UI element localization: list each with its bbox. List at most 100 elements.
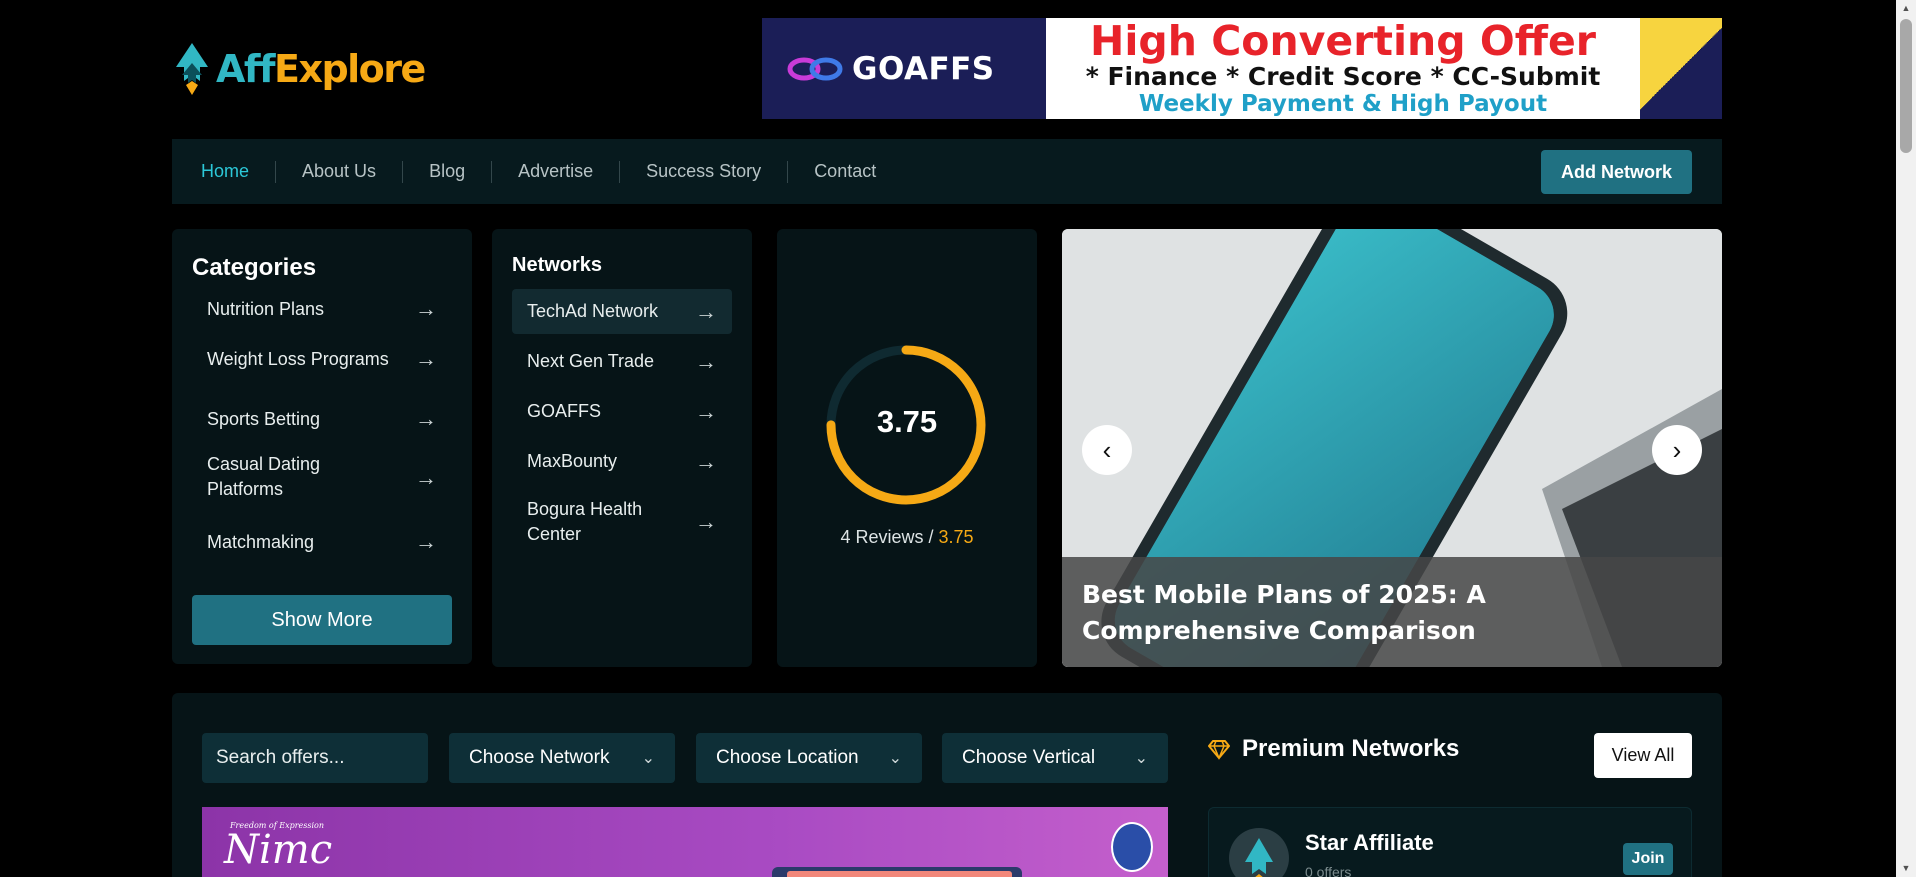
- network-item[interactable]: Bogura Health Center →: [512, 494, 732, 549]
- slider-prev-button[interactable]: ‹: [1082, 425, 1132, 475]
- search-offers-input[interactable]: [202, 733, 428, 783]
- view-all-button[interactable]: View All: [1594, 733, 1692, 778]
- arrow-right-icon: →: [415, 529, 437, 554]
- arrow-right-icon: →: [695, 509, 717, 534]
- arrow-right-icon: →: [695, 448, 717, 474]
- nav-divider: [491, 160, 493, 183]
- add-network-button[interactable]: Add Network: [1540, 150, 1692, 194]
- arrow-right-icon: →: [695, 298, 717, 324]
- network-avatar: [1229, 828, 1289, 877]
- promo-logo: Nimc: [224, 827, 333, 873]
- diamond-icon: [1208, 740, 1230, 760]
- category-label: Casual Dating Platforms: [207, 454, 321, 499]
- network-item[interactable]: Next Gen Trade →: [512, 339, 732, 384]
- categories-panel: Categories Nutrition Plans → Weight Loss…: [172, 229, 472, 664]
- ad-headline: High Converting Offer: [1090, 18, 1596, 65]
- ad-subline: * Finance * Credit Score * CC-Submit: [1085, 62, 1601, 91]
- network-label: TechAd Network: [527, 301, 659, 321]
- review-score: 3.75: [938, 527, 974, 547]
- chevron-left-icon: ‹: [1102, 434, 1112, 465]
- network-label: GOAFFS: [527, 401, 602, 421]
- select-label: Choose Location: [716, 747, 859, 768]
- nav-divider: [275, 160, 277, 183]
- chevron-down-icon: ⌄: [888, 750, 902, 767]
- network-item[interactable]: TechAd Network →: [512, 289, 732, 334]
- nav-divider: [787, 160, 789, 183]
- categories-title: Categories: [192, 254, 317, 281]
- nav-link-about[interactable]: About Us: [302, 161, 376, 182]
- nav-link-home[interactable]: Home: [201, 161, 249, 182]
- main-navbar: Home About Us Blog Advertise Success Sto…: [172, 139, 1722, 204]
- categories-list: Nutrition Plans → Weight Loss Programs →…: [192, 289, 452, 559]
- networks-panel: Networks TechAd Network → Next Gen Trade…: [492, 229, 752, 667]
- slide-caption[interactable]: Best Mobile Plans of 2025: A Comprehensi…: [1062, 557, 1722, 667]
- category-item[interactable]: Nutrition Plans →: [192, 289, 452, 329]
- promo-banner[interactable]: Freedom of Expression Nimc: [202, 807, 1168, 877]
- nav-divider: [619, 160, 621, 183]
- nav-divider: [402, 160, 404, 183]
- rating-value: 3.75: [876, 404, 938, 439]
- ad-banner[interactable]: GOAFFS High Converting Offer * Finance *…: [762, 18, 1722, 119]
- category-item[interactable]: Sports Betting →: [192, 399, 452, 439]
- join-button[interactable]: Join: [1623, 843, 1673, 875]
- network-label: Next Gen Trade: [527, 351, 655, 371]
- arrow-right-icon: →: [415, 406, 437, 431]
- premium-networks-heading: Premium Networks: [1208, 735, 1459, 763]
- select-label: Choose Vertical: [962, 747, 1096, 768]
- arrow-right-icon: →: [695, 398, 717, 424]
- seal-icon: [1111, 822, 1153, 872]
- network-label: MaxBounty: [527, 451, 618, 471]
- nav-link-blog[interactable]: Blog: [429, 161, 465, 182]
- nav-links: Home About Us Blog Advertise Success Sto…: [172, 160, 876, 183]
- ad-brand-name: GOAFFS: [852, 50, 995, 87]
- chevron-down-icon: ⌄: [641, 750, 655, 767]
- ad-brand-block: GOAFFS: [762, 18, 1046, 119]
- ad-decor-stripe: [1640, 18, 1722, 119]
- category-label: Matchmaking: [207, 531, 315, 552]
- review-count: 4 Reviews /: [840, 527, 939, 547]
- device-screen: [787, 871, 1012, 877]
- arrow-right-icon: →: [415, 296, 437, 321]
- scroll-down-icon[interactable]: ▼: [1896, 860, 1916, 877]
- nav-link-advertise[interactable]: Advertise: [518, 161, 593, 182]
- arrow-right-icon: →: [415, 464, 437, 490]
- rating-panel: 3.75 4 Reviews / 3.75: [777, 229, 1037, 667]
- network-item[interactable]: GOAFFS →: [512, 389, 732, 434]
- category-item[interactable]: Weight Loss Programs →: [192, 339, 452, 379]
- rocket-logo-icon: [1245, 838, 1273, 877]
- rocket-logo-icon: [176, 43, 208, 95]
- choose-location-select[interactable]: Choose Location ⌄: [696, 733, 922, 783]
- choose-vertical-select[interactable]: Choose Vertical ⌄: [942, 733, 1168, 783]
- nav-link-success-story[interactable]: Success Story: [646, 161, 761, 182]
- arrow-right-icon: →: [415, 346, 437, 371]
- blog-slider[interactable]: Best Mobile Plans of 2025: A Comprehensi…: [1062, 229, 1722, 667]
- show-more-button[interactable]: Show More: [192, 595, 452, 645]
- network-label: Bogura Health Center: [527, 498, 643, 544]
- scroll-up-icon[interactable]: ▲: [1896, 0, 1916, 17]
- offer-count: 0 offers: [1305, 864, 1352, 877]
- ad-tagline: Weekly Payment & High Payout: [1138, 91, 1548, 117]
- slider-next-button[interactable]: ›: [1652, 425, 1702, 475]
- network-name[interactable]: Star Affiliate: [1305, 830, 1434, 856]
- site-logo[interactable]: AffExplore: [172, 38, 426, 100]
- arrow-right-icon: →: [695, 348, 717, 374]
- goaffs-logo-icon: [787, 57, 843, 80]
- category-item[interactable]: Matchmaking →: [192, 522, 452, 559]
- category-item[interactable]: Casual Dating Platforms →: [192, 452, 452, 502]
- logo-text-aff: Aff: [216, 47, 275, 91]
- page-scrollbar[interactable]: ▲ ▼: [1896, 0, 1916, 877]
- nav-link-contact[interactable]: Contact: [814, 161, 876, 182]
- offers-section: Choose Network ⌄ Choose Location ⌄ Choos…: [172, 693, 1722, 877]
- premium-network-card[interactable]: Star Affiliate 0 offers Join: [1208, 807, 1692, 877]
- scrollbar-thumb[interactable]: [1900, 19, 1912, 153]
- networks-title: Networks: [512, 254, 603, 276]
- chevron-right-icon: ›: [1672, 434, 1682, 465]
- choose-network-select[interactable]: Choose Network ⌄: [449, 733, 675, 783]
- category-label: Nutrition Plans: [207, 298, 325, 319]
- network-item[interactable]: MaxBounty →: [512, 439, 732, 484]
- chevron-down-icon: ⌄: [1134, 750, 1148, 767]
- rating-reviews: 4 Reviews / 3.75: [777, 527, 1037, 548]
- premium-title: Premium Networks: [1242, 735, 1460, 762]
- select-label: Choose Network: [469, 747, 610, 768]
- logo-text-explore: Explore: [273, 47, 426, 91]
